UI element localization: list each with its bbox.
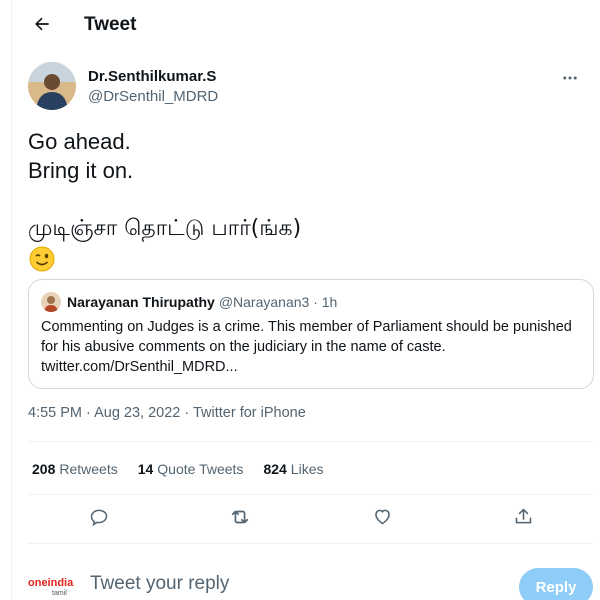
stat-label: Retweets — [59, 461, 118, 477]
quoted-tweet[interactable]: Narayanan Thirupathy @Narayanan3 · 1h Co… — [28, 279, 594, 389]
logo-text: oneindia — [28, 577, 74, 589]
more-button[interactable] — [556, 66, 584, 94]
like-button[interactable] — [363, 500, 401, 538]
reply-submit-button[interactable]: Reply — [519, 568, 593, 600]
arrow-left-icon — [32, 14, 52, 39]
author-name[interactable]: Dr.Senthilkumar.S — [88, 68, 216, 85]
tweet-line-tamil: முடிஞ்சா தொட்டு பார்(ங்க) — [28, 216, 302, 241]
retweet-button[interactable] — [221, 500, 259, 538]
more-horizontal-icon — [561, 69, 579, 92]
stat-label: Likes — [290, 461, 324, 477]
divider — [28, 441, 594, 442]
oneindia-logo: oneindia tamil — [28, 573, 78, 597]
tweet-line: Go ahead. — [28, 129, 131, 154]
tweet-line — [28, 185, 588, 214]
page-header: Tweet — [12, 0, 600, 52]
like-icon — [372, 506, 393, 532]
tweet-author: Dr.Senthilkumar.S @DrSenthil_MDRD — [28, 62, 588, 114]
quote-tweets-stat[interactable]: 14 Quote Tweets — [138, 461, 244, 477]
tweet-emoji-line — [28, 243, 588, 272]
stat-count: 14 — [137, 461, 154, 477]
divider — [28, 494, 594, 495]
tweet-stats: 208 Retweets 14 Quote Tweets 824 Likes — [32, 459, 343, 479]
tweet-text: Go ahead. Bring it on. முடிஞ்சா தொட்டு ப… — [28, 127, 588, 272]
quoted-avatar — [41, 292, 61, 312]
avatar[interactable] — [28, 62, 76, 110]
quoted-tweet-text: Commenting on Judges is a crime. This me… — [41, 319, 572, 375]
share-button[interactable] — [504, 500, 542, 538]
reply-button[interactable] — [80, 500, 118, 538]
quoted-tweet-header: Narayanan Thirupathy @Narayanan3 · 1h — [41, 292, 337, 312]
quoted-author-name: Narayanan Thirupathy — [67, 294, 215, 310]
tweet-actions — [28, 500, 594, 538]
page-title: Tweet — [84, 14, 137, 35]
stat-count: 208 — [32, 461, 56, 477]
share-icon — [513, 506, 534, 532]
retweets-stat[interactable]: 208 Retweets — [32, 461, 118, 477]
likes-stat[interactable]: 824 Likes — [263, 461, 323, 477]
stat-count: 824 — [263, 461, 287, 477]
tweet-timestamp[interactable]: 4:55 PM · Aug 23, 2022 · Twitter for iPh… — [28, 405, 306, 421]
reply-composer: oneindia tamil Tweet your reply Reply — [28, 563, 594, 600]
back-button[interactable] — [28, 12, 56, 40]
reply-icon — [89, 507, 109, 532]
column-border — [11, 0, 12, 600]
reply-input[interactable]: Tweet your reply — [90, 573, 229, 595]
tweet-line: Bring it on. — [28, 158, 134, 183]
quoted-author-handle: @Narayanan3 · 1h — [218, 294, 338, 310]
winking-face-icon — [28, 245, 56, 273]
author-handle[interactable]: @DrSenthil_MDRD — [88, 88, 218, 105]
retweet-icon — [229, 506, 251, 533]
divider — [28, 543, 594, 544]
stat-label: Quote Tweets — [157, 461, 244, 477]
logo-subtext: tamil — [52, 590, 67, 597]
